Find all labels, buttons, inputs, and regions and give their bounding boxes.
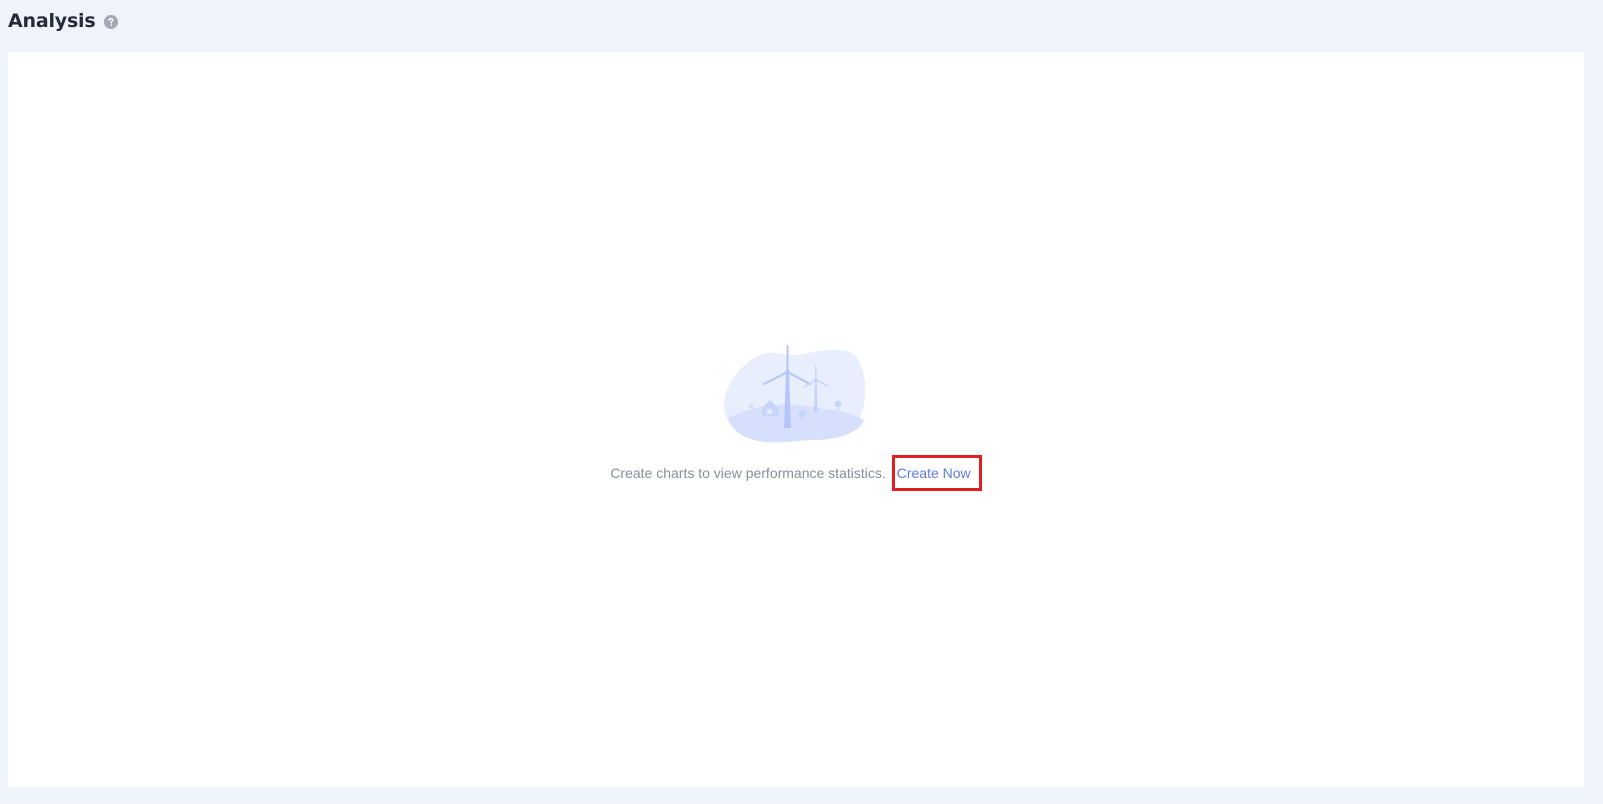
analysis-panel: Create charts to view performance statis… — [8, 52, 1584, 787]
empty-message-row: Create charts to view performance statis… — [610, 455, 982, 491]
empty-state: Create charts to view performance statis… — [8, 342, 1584, 491]
wind-turbine-illustration — [723, 345, 866, 443]
empty-message: Create charts to view performance statis… — [610, 465, 886, 481]
create-now-link[interactable]: Create Now — [891, 455, 982, 491]
page-header: Analysis — [8, 8, 119, 34]
page-title: Analysis — [8, 10, 96, 32]
help-icon[interactable] — [104, 14, 119, 29]
analysis-page: Analysis Create charts to view performan… — [0, 0, 1603, 804]
